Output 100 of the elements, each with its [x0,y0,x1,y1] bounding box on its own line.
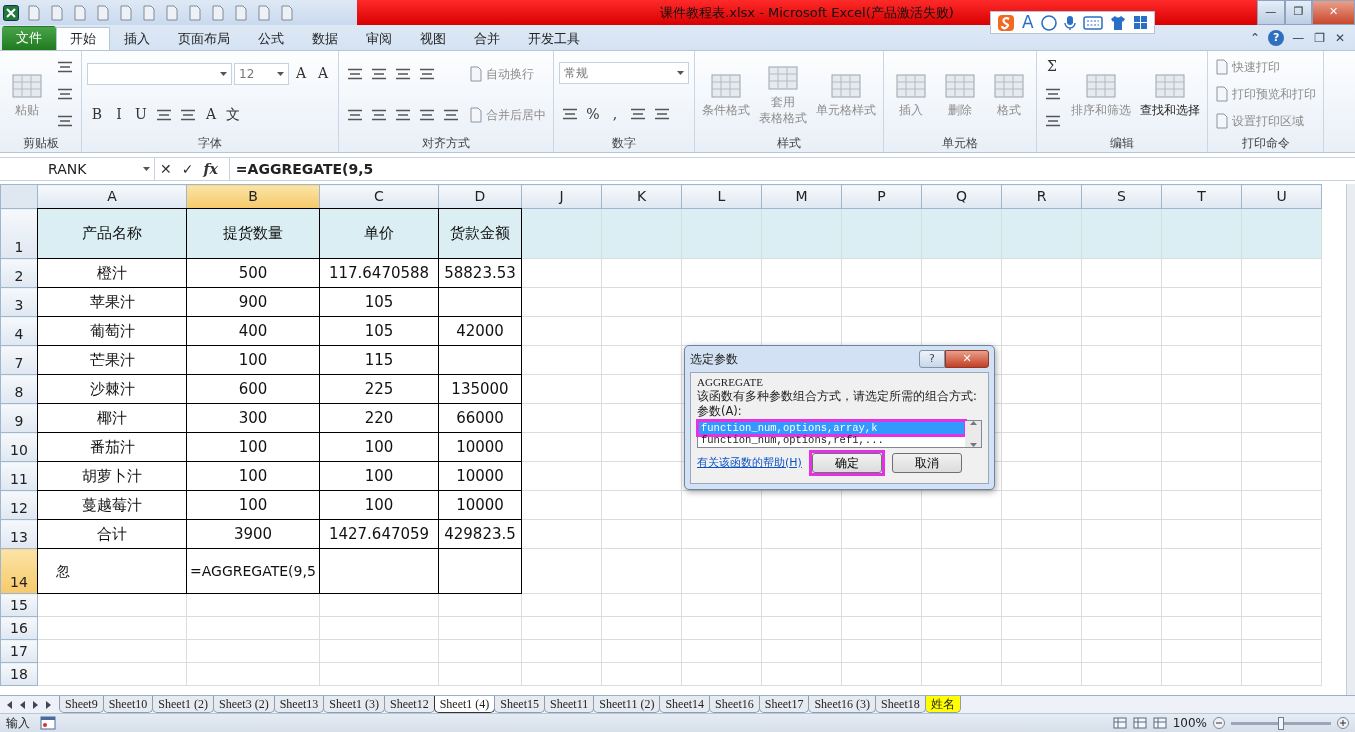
ok-button[interactable]: 确定 [811,453,882,473]
column-header[interactable]: A [37,184,187,209]
ribbon-tab[interactable]: 插入 [110,27,164,50]
column-header[interactable]: K [601,184,682,209]
logo-icon[interactable] [997,13,1015,32]
column-header[interactable]: D [438,184,522,209]
column-header[interactable]: T [1161,184,1242,209]
row-header[interactable]: 8 [0,374,38,404]
app-icon[interactable] [3,4,19,21]
row-header[interactable]: 3 [0,287,38,317]
tool-button[interactable]: I [109,102,129,127]
up-arrow-icon[interactable] [969,421,977,425]
tool-button[interactable]: , [605,102,625,126]
keyboard-icon[interactable] [1082,15,1103,30]
ribbon-tab[interactable]: 开发工具 [514,27,594,50]
sheet-tab[interactable]: Sheet3 (2) [213,696,275,713]
tool-button[interactable]: A [201,102,221,127]
view-icon[interactable] [1152,717,1167,729]
dropdown-field[interactable]: 12 [234,62,289,85]
column-header[interactable]: U [1241,184,1322,209]
circle-icon[interactable] [1040,14,1057,31]
row-header[interactable]: 18 [0,662,38,686]
dropdown-field[interactable]: 常规 [559,62,689,84]
view-icon[interactable] [1112,717,1127,729]
cancel-button[interactable]: 取消 [891,453,962,473]
row-header[interactable]: 15 [0,593,38,617]
sheet-tab[interactable]: Sheet18 [875,696,926,713]
ribbon-control-button[interactable]: ✕ [1332,28,1347,47]
row-header[interactable]: 7 [0,345,38,375]
row-header[interactable]: 1 [0,208,38,259]
row-header[interactable]: 14 [0,548,38,594]
tool-button[interactable]: A [313,61,333,86]
sheet-tab[interactable]: 姓名 [924,696,961,713]
formula-button[interactable]: fx [198,158,223,180]
sheet-tab[interactable]: Sheet11 (2) [593,696,661,713]
sheet-tab[interactable]: Sheet11 [544,696,595,713]
window-control-button[interactable]: ❐ [1284,0,1313,25]
formula-button[interactable]: ✕ [155,158,177,180]
column-header[interactable]: B [186,184,320,209]
tool-button[interactable]: 文 [223,102,243,127]
left-arrow-icon[interactable] [6,699,13,710]
macro-icon[interactable] [40,716,56,730]
zoom-out-icon[interactable] [1213,717,1225,729]
right-arrow-icon[interactable] [45,699,52,710]
sheet-tab[interactable]: Sheet10 [102,696,154,713]
column-header[interactable]: R [1001,184,1082,209]
ribbon-tab[interactable]: 视图 [406,27,460,50]
tool-button[interactable]: B [87,102,107,127]
sheet-tab[interactable]: Sheet16 (3) [808,696,877,713]
row-header[interactable]: 12 [0,490,38,520]
formula-field[interactable]: =AGGREGATE(9,5 [228,158,1355,180]
row-header[interactable]: 4 [0,316,38,346]
dropdown-field[interactable] [87,62,232,85]
list-scrollbar[interactable] [965,421,981,447]
shirt-icon[interactable] [1109,14,1126,31]
view-icon[interactable] [1132,717,1147,729]
column-header[interactable]: S [1081,184,1162,209]
sheet-tab[interactable]: Sheet13 [273,696,325,713]
row-header[interactable]: 13 [0,519,38,549]
sheet-tab[interactable]: Sheet16 [709,696,760,713]
formula-button[interactable]: ✓ [176,158,199,180]
grid-icon[interactable] [1132,15,1148,30]
row-header[interactable]: 16 [0,616,38,640]
help-link[interactable]: 有关该函数的帮助(H) [697,454,802,472]
ribbon-control-button[interactable]: ❐ [1312,28,1327,47]
row-header[interactable]: 9 [0,403,38,433]
sheet-tab[interactable]: Sheet1 (4) [433,696,496,713]
microphone-icon[interactable] [1063,14,1076,31]
zoom-in-icon[interactable] [1337,717,1349,729]
ribbon-button[interactable]: 查找和选择 [1138,68,1202,120]
right-arrow-icon[interactable] [32,699,39,710]
column-header[interactable]: P [841,184,922,209]
tool-button[interactable]: A [291,61,311,86]
sheet-tab[interactable]: Sheet1 (2) [152,696,214,713]
column-header[interactable]: C [319,184,439,209]
file-tab[interactable]: 文件 [2,26,56,50]
name-box[interactable]: RANK [0,158,155,180]
input-mode-text[interactable]: A [1022,14,1034,31]
column-header[interactable]: Q [921,184,1002,209]
sheet-tab[interactable]: Sheet15 [494,696,545,713]
row-header[interactable]: 17 [0,639,38,663]
ribbon-control-button[interactable]: — [1290,28,1307,47]
column-header[interactable]: L [681,184,762,209]
ribbon-tab[interactable]: 公式 [244,27,298,50]
ribbon-tab[interactable]: 合并 [460,27,514,50]
left-arrow-icon[interactable] [19,699,26,710]
sheet-tab[interactable]: Sheet17 [758,696,810,713]
column-header[interactable]: J [521,184,602,209]
ribbon-tab[interactable]: 页面布局 [164,27,244,50]
row-header[interactable]: 10 [0,432,38,462]
help-button[interactable]: ? [919,350,945,368]
ribbon-tab[interactable]: 审阅 [352,27,406,50]
ribbon-tab[interactable]: 开始 [56,27,110,50]
sheet-tab[interactable]: Sheet14 [659,696,711,713]
tool-button[interactable]: % [583,102,603,126]
window-control-button[interactable]: — [1257,0,1285,25]
ribbon-tab[interactable]: 数据 [298,27,352,50]
row-header[interactable]: 2 [0,258,38,288]
down-arrow-icon[interactable] [969,443,977,447]
sheet-tab[interactable]: Sheet9 [59,696,104,713]
